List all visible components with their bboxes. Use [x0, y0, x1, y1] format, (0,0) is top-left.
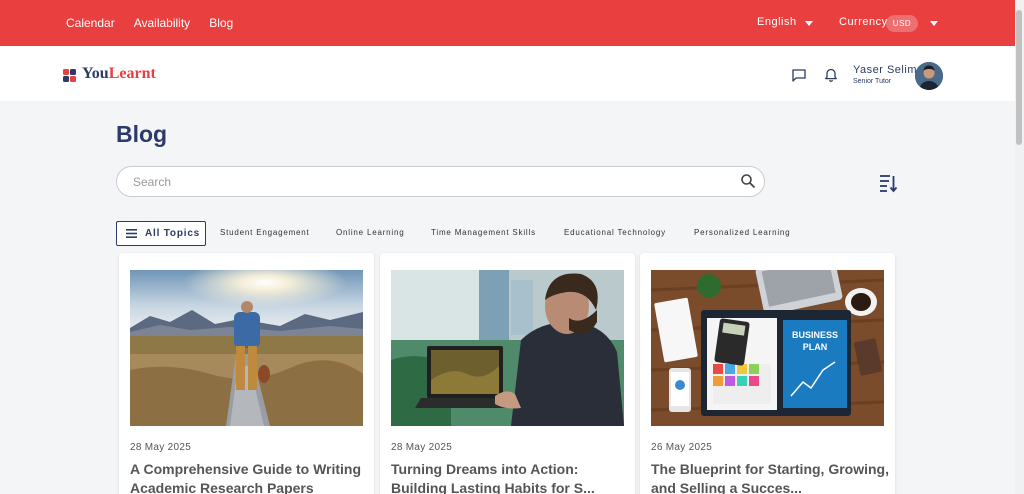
- post-title[interactable]: The Blueprint for Starting, Growing, and…: [651, 460, 891, 494]
- post-title[interactable]: A Comprehensive Guide to Writing Academi…: [130, 460, 370, 494]
- currency-badge[interactable]: USD: [886, 15, 918, 32]
- language-select[interactable]: English: [757, 16, 797, 28]
- post-date: 28 May 2025: [130, 442, 192, 453]
- blog-card[interactable]: BUSINESS PLAN 26 May 2025 The Blueprint …: [640, 253, 895, 494]
- post-title[interactable]: Turning Dreams into Action: Building Las…: [391, 460, 631, 494]
- all-topics-label: All Topics: [145, 228, 201, 239]
- blog-card[interactable]: 28 May 2025 Turning Dreams into Action: …: [380, 253, 635, 494]
- currency-label: Currency: [839, 16, 888, 28]
- scrollbar-thumb[interactable]: [1016, 10, 1022, 145]
- all-topics-button[interactable]: All Topics: [116, 221, 206, 246]
- post-image-business-plan[interactable]: BUSINESS PLAN: [651, 270, 884, 426]
- logo-text: YouLearnt: [82, 65, 156, 82]
- user-role: Senior Tutor: [853, 78, 892, 85]
- post-date: 26 May 2025: [651, 442, 713, 453]
- business-plan-line2: PLAN: [803, 342, 828, 352]
- post-image-hiker[interactable]: [130, 270, 363, 426]
- search-input[interactable]: [116, 166, 765, 197]
- search-icon[interactable]: [740, 173, 756, 189]
- nav-calendar[interactable]: Calendar: [66, 16, 115, 30]
- message-icon[interactable]: [791, 67, 807, 83]
- nav-blog[interactable]: Blog: [209, 16, 233, 30]
- user-name[interactable]: Yaser Selim: [853, 64, 917, 76]
- topic-student-engagement[interactable]: Student Engagement: [220, 228, 310, 237]
- page-title: Blog: [116, 121, 168, 147]
- topic-online-learning[interactable]: Online Learning: [336, 228, 404, 237]
- post-date: 28 May 2025: [391, 442, 453, 453]
- bell-icon[interactable]: [823, 67, 839, 83]
- topic-educational-technology[interactable]: Educational Technology: [564, 228, 666, 237]
- post-image-laptop[interactable]: [391, 270, 624, 426]
- currency-chevron-down-icon[interactable]: [930, 21, 938, 26]
- business-plan-line1: BUSINESS: [792, 330, 838, 340]
- top-nav: Calendar Availability Blog: [66, 16, 252, 30]
- topic-personalized-learning[interactable]: Personalized Learning: [694, 228, 790, 237]
- menu-icon: [126, 229, 137, 238]
- logo-mark-icon: [63, 69, 76, 82]
- avatar[interactable]: [915, 62, 943, 90]
- language-chevron-down-icon[interactable]: [805, 21, 813, 26]
- sort-icon[interactable]: [878, 173, 898, 193]
- nav-availability[interactable]: Availability: [134, 16, 190, 30]
- topic-time-management-skills[interactable]: Time Management Skills: [431, 228, 536, 237]
- blog-card[interactable]: 28 May 2025 A Comprehensive Guide to Wri…: [119, 253, 374, 494]
